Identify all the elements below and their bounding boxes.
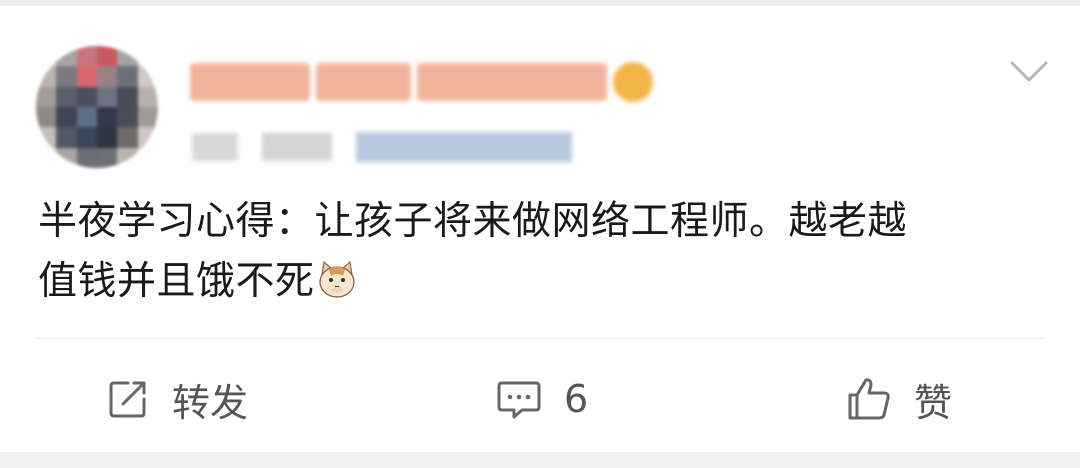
- avatar-pixel: [117, 66, 138, 87]
- avatar-pixel: [56, 86, 77, 107]
- post-text-line2: 值钱并且饿不死: [38, 259, 315, 304]
- thumbs-up-icon: [846, 376, 892, 422]
- avatar-pixel: [36, 86, 57, 107]
- repost-icon: [106, 377, 150, 421]
- vip-badge-icon: [613, 62, 653, 102]
- avatar-pixel: [117, 127, 138, 148]
- avatar-pixel: [76, 86, 97, 107]
- avatar-pixel: [76, 107, 97, 128]
- avatar-pixel: [117, 107, 138, 128]
- username-segment: [190, 63, 310, 101]
- avatar-pixel: [56, 66, 77, 87]
- avatar-pixel: [117, 86, 138, 107]
- cat-face-emoji-icon: [317, 258, 357, 298]
- repost-button[interactable]: 转发: [106, 346, 248, 452]
- avatar-pixel: [137, 107, 158, 128]
- like-button[interactable]: 赞: [846, 346, 952, 452]
- chevron-down-icon[interactable]: [1008, 58, 1050, 86]
- avatar-pixel: [76, 147, 97, 168]
- post-action-bar: 转发 6 赞: [0, 346, 1080, 452]
- avatar-pixel: [76, 127, 97, 148]
- avatar-pixel: [76, 66, 97, 87]
- avatar-pixel: [36, 107, 57, 128]
- avatar-pixel: [97, 107, 118, 128]
- post-text-line1: 半夜学习心得：让孩子将来做网络工程师。越老越: [38, 199, 908, 244]
- avatar-pixel: [97, 127, 118, 148]
- avatar-pixel: [97, 86, 118, 107]
- avatar-pixel: [76, 46, 97, 67]
- comment-icon: [496, 377, 542, 421]
- avatar-pixel: [97, 46, 118, 67]
- like-label: 赞: [914, 380, 953, 425]
- username-segment: [417, 63, 607, 101]
- post-time: [192, 133, 238, 161]
- post-source: [262, 133, 332, 161]
- bottom-separator: [0, 452, 1080, 468]
- avatar-pixel: [56, 107, 77, 128]
- username-segment: [316, 63, 411, 101]
- post-content: 半夜学习心得：让孩子将来做网络工程师。越老越 值钱并且饿不死: [38, 192, 1048, 312]
- repost-label: 转发: [172, 380, 249, 425]
- comment-count: 6: [564, 377, 589, 421]
- avatar-pixel: [137, 86, 158, 107]
- comment-button[interactable]: 6: [496, 346, 588, 452]
- post-source-link[interactable]: [356, 132, 572, 162]
- user-avatar[interactable]: [36, 46, 158, 168]
- post-meta-blurred: [192, 128, 572, 166]
- avatar-pixel: [97, 147, 118, 168]
- actions-divider: [36, 338, 1044, 339]
- username-blurred[interactable]: [190, 56, 653, 108]
- avatar-pixel: [56, 127, 77, 148]
- avatar-pixel: [97, 66, 118, 87]
